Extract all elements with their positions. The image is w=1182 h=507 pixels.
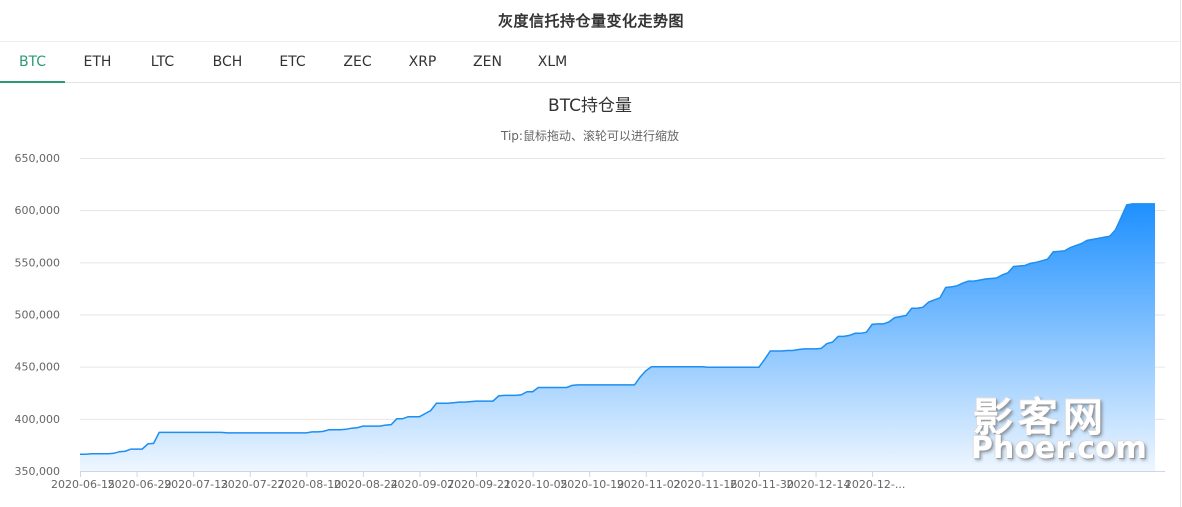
tab-eth[interactable]: ETH — [65, 42, 130, 82]
coin-tabs: BTC ETH LTC BCH ETC ZEC XRP ZEN XLM — [0, 41, 1180, 83]
page-title: 灰度信托持仓量变化走势图 — [497, 11, 684, 30]
tab-btc[interactable]: BTC — [0, 42, 65, 83]
tab-xrp[interactable]: XRP — [390, 42, 455, 82]
btc-area-fill — [80, 203, 1155, 471]
x-tick-label: 2020-10-19 — [560, 478, 624, 491]
x-tick-label: 2020-12-14 — [787, 478, 851, 491]
y-tick-label: 500,000 — [15, 309, 61, 322]
x-tick-label: 2020-06-29 — [108, 478, 172, 491]
x-tick-label: 2020-07-27 — [221, 478, 285, 491]
x-tick-label: 2020-06-15 — [51, 478, 115, 491]
x-tick-label: 2020-07-13 — [164, 478, 228, 491]
x-tick-label: 2020-10-05 — [504, 478, 568, 491]
tab-xlm[interactable]: XLM — [520, 42, 585, 82]
page-header: 灰度信托持仓量变化走势图 — [0, 0, 1182, 40]
chart-subtitle: Tip:鼠标拖动、滚轮可以进行缩放 — [500, 128, 679, 143]
tab-zec[interactable]: ZEC — [325, 42, 390, 82]
x-tick-label: 2020-08-10 — [277, 478, 341, 491]
x-tick-label: 2020-09-21 — [447, 478, 511, 491]
x-tick-label: 2020-08-24 — [334, 478, 398, 491]
y-tick-label: 350,000 — [15, 465, 61, 478]
y-tick-label: 400,000 — [15, 413, 61, 426]
x-tick-label: 2020-12-... — [845, 478, 905, 491]
tab-ltc[interactable]: LTC — [130, 42, 195, 82]
x-tick-label: 2020-11-30 — [730, 478, 794, 491]
tab-bch[interactable]: BCH — [195, 42, 260, 82]
y-tick-label: 450,000 — [15, 361, 61, 374]
y-tick-label: 600,000 — [15, 204, 61, 217]
btc-holdings-chart[interactable]: BTC持仓量 Tip:鼠标拖动、滚轮可以进行缩放 650,000 600,000 5… — [0, 82, 1182, 507]
x-tick-label: 2020-11-16 — [673, 478, 737, 491]
y-tick-label: 650,000 — [15, 152, 61, 165]
tab-zen[interactable]: ZEN — [455, 42, 520, 82]
x-tick-label: 2020-11-02 — [617, 478, 681, 491]
y-tick-label: 550,000 — [15, 256, 61, 269]
tab-etc[interactable]: ETC — [260, 42, 325, 82]
x-tick-label: 2020-09-07 — [391, 478, 455, 491]
chart-title: BTC持仓量 — [548, 96, 632, 116]
